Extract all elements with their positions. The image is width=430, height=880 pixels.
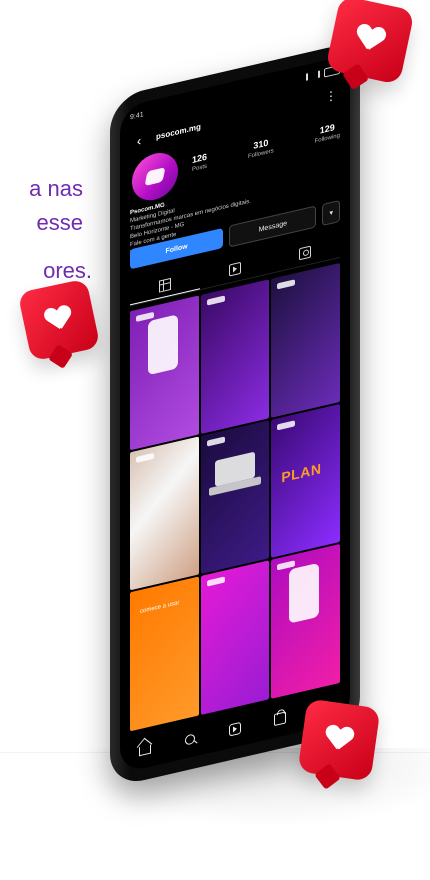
heart-icon xyxy=(324,725,355,754)
reels-icon xyxy=(229,721,241,737)
tagged-icon xyxy=(299,245,311,261)
post-thumbnail[interactable] xyxy=(271,262,340,418)
post-thumbnail[interactable] xyxy=(271,544,340,699)
heart-notification-badge xyxy=(297,698,381,782)
phone-mockup: 9:41 ‹ psocom.mg ⋮ 126 Posts 310 Followe… xyxy=(110,40,360,788)
background-copy-line-1: a nas xyxy=(29,176,83,201)
stat-posts[interactable]: 126 Posts xyxy=(192,152,207,173)
post-orange-text: comece a usar xyxy=(140,600,180,616)
stat-following-label: Following xyxy=(314,132,340,145)
post-logo xyxy=(206,576,225,588)
more-dots-icon: ⋮ xyxy=(325,87,337,105)
grid-icon xyxy=(159,277,171,293)
nav-search[interactable] xyxy=(175,724,205,755)
post-logo xyxy=(277,279,296,290)
post-plan-text: PLAN xyxy=(281,459,322,486)
back-arrow-icon: ‹ xyxy=(136,132,142,149)
stat-followers[interactable]: 310 Followers xyxy=(248,136,274,160)
nav-reels[interactable] xyxy=(220,714,250,745)
post-thumbnail[interactable]: PLAN xyxy=(271,403,340,559)
shop-icon xyxy=(274,711,286,727)
back-button[interactable]: ‹ xyxy=(130,129,148,151)
post-device-graphic xyxy=(148,314,178,376)
profile-handle: psocom.mg xyxy=(156,121,201,141)
status-time: 9:41 xyxy=(130,110,144,121)
nav-shop[interactable] xyxy=(265,703,295,734)
home-icon xyxy=(139,744,151,756)
posts-grid: PLAN comece a usar xyxy=(130,262,340,732)
background-copy-line-3: ores. xyxy=(43,258,92,283)
more-options-button[interactable]: ⋮ xyxy=(322,85,340,107)
more-actions-button[interactable]: ▾ xyxy=(322,199,340,226)
phone-screen: 9:41 ‹ psocom.mg ⋮ 126 Posts 310 Followe… xyxy=(120,54,350,774)
post-thumbnail[interactable] xyxy=(130,295,199,451)
post-laptop-graphic xyxy=(214,451,255,487)
post-logo xyxy=(206,436,225,447)
nav-home[interactable] xyxy=(130,734,160,765)
stat-following[interactable]: 129 Following xyxy=(315,121,340,145)
reels-tab-icon xyxy=(229,261,241,277)
post-thumbnail[interactable] xyxy=(130,436,199,591)
post-logo xyxy=(206,295,225,306)
avatar[interactable] xyxy=(132,148,178,205)
stat-posts-label: Posts xyxy=(192,163,208,174)
heart-icon xyxy=(354,23,387,54)
heart-notification-badge xyxy=(325,0,415,85)
post-thumbnail[interactable] xyxy=(200,279,270,434)
post-logo xyxy=(136,452,154,463)
stat-followers-label: Followers xyxy=(247,148,274,161)
heart-notification-badge xyxy=(17,278,101,362)
search-icon xyxy=(185,733,195,746)
post-logo xyxy=(277,419,296,431)
post-phone-graphic xyxy=(289,563,320,624)
post-thumbnail[interactable]: comece a usar xyxy=(130,576,199,732)
post-thumbnail[interactable] xyxy=(200,419,270,575)
heart-icon xyxy=(44,305,74,334)
signal-icon xyxy=(306,70,320,81)
post-thumbnail[interactable] xyxy=(200,560,270,716)
background-copy-line-2: esse xyxy=(36,210,83,235)
